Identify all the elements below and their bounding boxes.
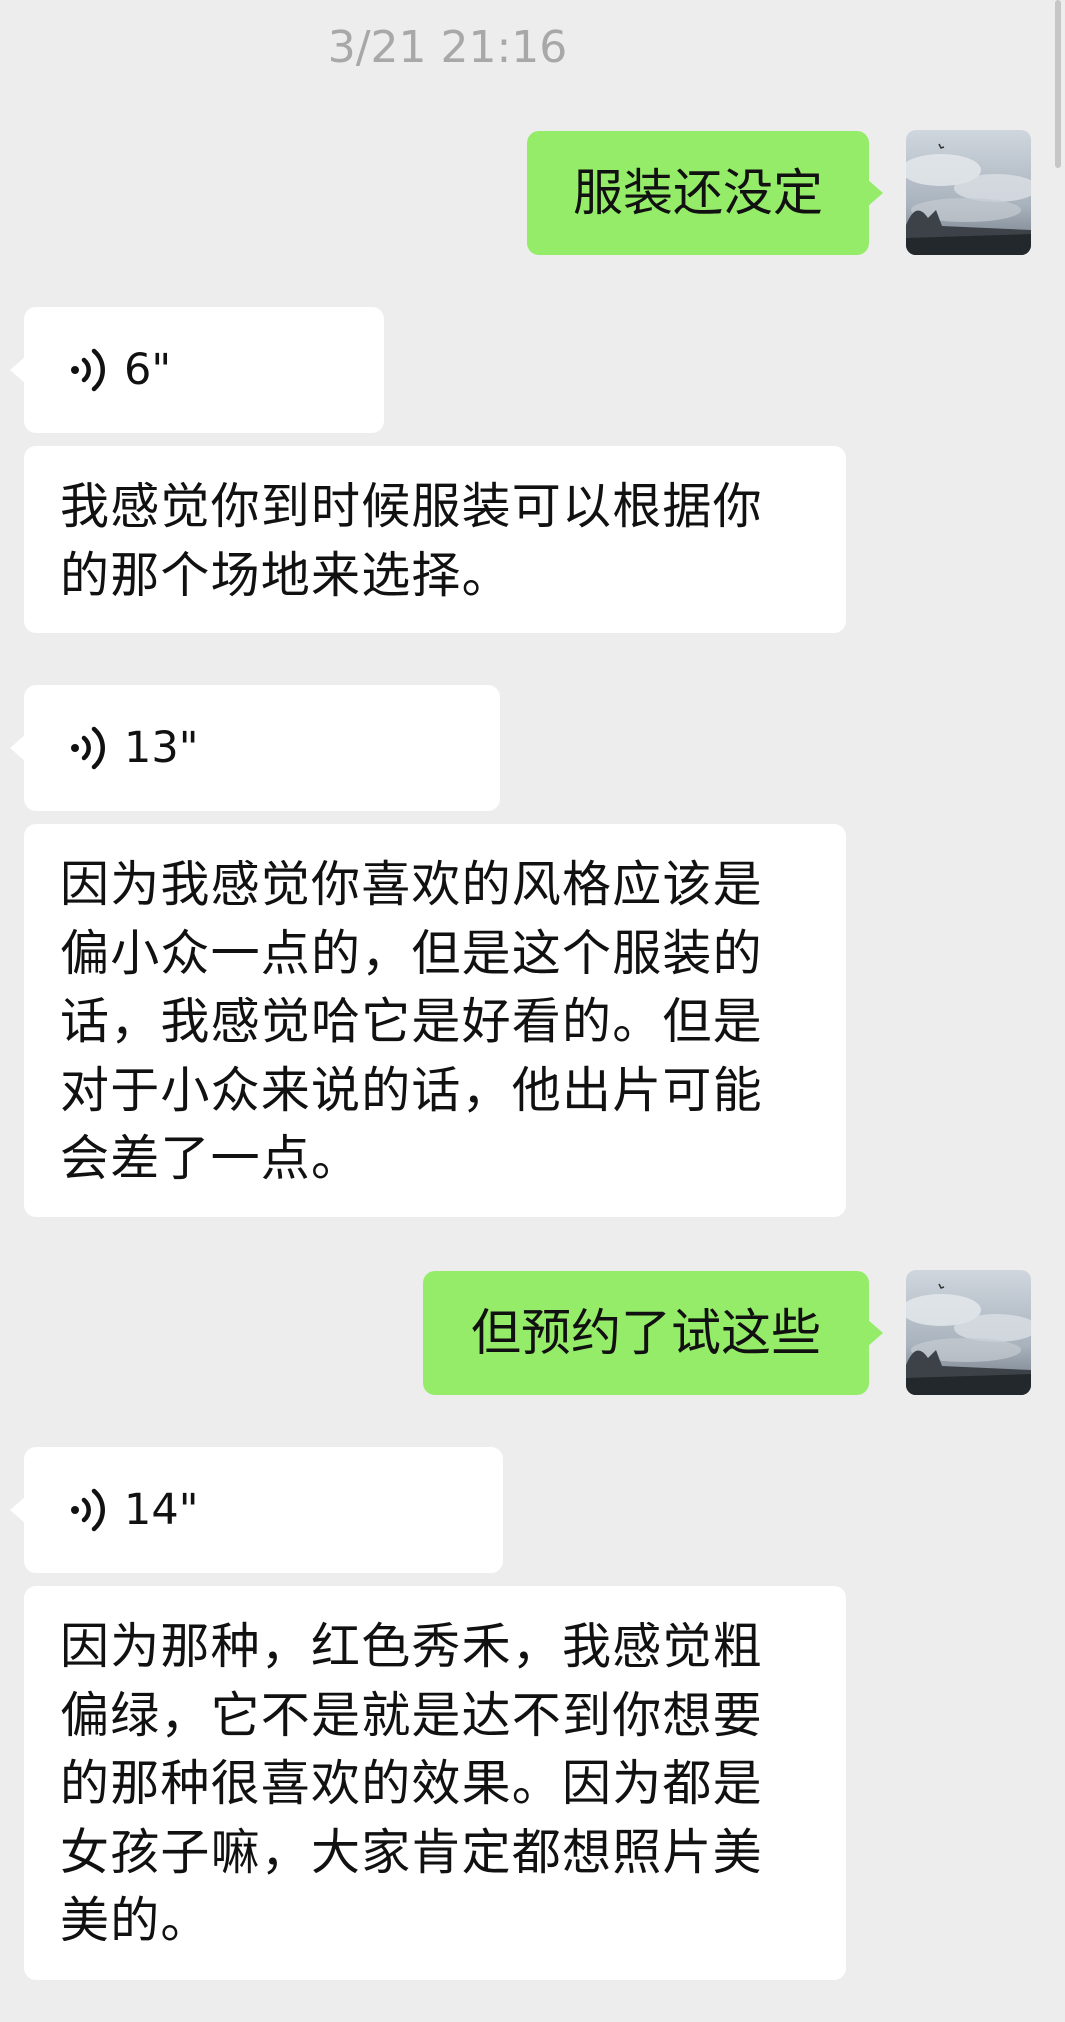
message-text: 因为我感觉你喜欢的风格应该是偏小众一点的，但是这个服装的话，我感觉哈它是好看的。…	[60, 856, 763, 1187]
message-timestamp: 3/21 21:16	[327, 22, 568, 73]
message-text: 服装还没定	[573, 164, 823, 222]
voice-wave-icon	[71, 1488, 105, 1532]
voice-wave-icon	[71, 348, 105, 392]
message-text: 因为那种，红色秀禾，我感觉粗偏绿，它不是就是达不到你想要的那种很喜欢的效果。因为…	[60, 1618, 763, 1949]
voice-duration: 13"	[124, 723, 199, 773]
message-bubble-received[interactable]: 因为那种，红色秀禾，我感觉粗偏绿，它不是就是达不到你想要的那种很喜欢的效果。因为…	[24, 1586, 846, 1980]
user-avatar[interactable]	[906, 130, 1031, 255]
voice-wave-icon	[71, 726, 105, 770]
message-bubble-sent[interactable]: 但预约了试这些	[423, 1271, 883, 1395]
voice-duration: 14"	[124, 1485, 199, 1535]
voice-message-bubble[interactable]: 6"	[10, 307, 384, 433]
user-avatar[interactable]	[906, 1270, 1031, 1395]
voice-message-bubble[interactable]: 14"	[10, 1447, 503, 1573]
voice-message-bubble[interactable]: 13"	[10, 685, 500, 811]
message-text: 我感觉你到时候服装可以根据你的那个场地来选择。	[60, 478, 763, 604]
voice-duration: 6"	[124, 345, 172, 395]
scrollbar[interactable]	[1055, 0, 1061, 168]
message-bubble-received[interactable]: 因为我感觉你喜欢的风格应该是偏小众一点的，但是这个服装的话，我感觉哈它是好看的。…	[24, 824, 846, 1217]
message-bubble-received[interactable]: 我感觉你到时候服装可以根据你的那个场地来选择。	[24, 446, 846, 633]
message-text: 但预约了试这些	[471, 1304, 821, 1362]
message-bubble-sent[interactable]: 服装还没定	[527, 131, 883, 255]
